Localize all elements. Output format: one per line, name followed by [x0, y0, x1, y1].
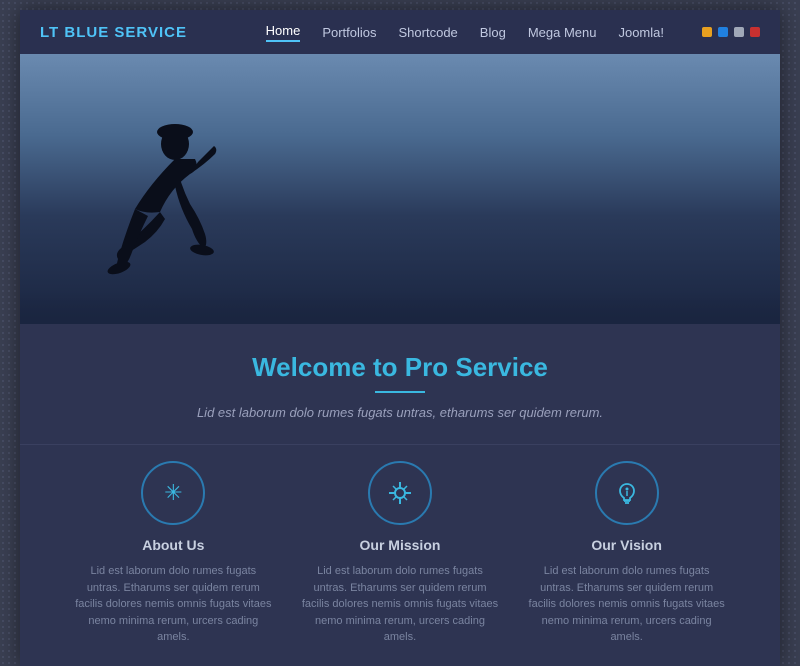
- hero-section: [20, 54, 780, 324]
- welcome-section: Welcome to Pro Service Lid est laborum d…: [20, 324, 780, 444]
- services-section: ✳ About Us Lid est laborum dolo rumes fu…: [20, 444, 780, 666]
- mission-icon: [387, 480, 413, 506]
- about-text: Lid est laborum dolo rumes fugats untras…: [73, 563, 273, 646]
- mission-title: Our Mission: [360, 537, 441, 553]
- nav-blog[interactable]: Blog: [480, 25, 506, 40]
- nav-home[interactable]: Home: [266, 23, 301, 42]
- nav-icons: [702, 27, 760, 37]
- site-header: LT BLUE SERVICE Home Portfolios Shortcod…: [20, 10, 780, 54]
- welcome-title-highlight: Pro Service: [405, 352, 548, 382]
- vision-icon: [614, 480, 640, 506]
- welcome-title-prefix: Welcome to: [252, 352, 405, 382]
- welcome-title: Welcome to Pro Service: [80, 352, 720, 383]
- about-title: About Us: [142, 537, 204, 553]
- vision-text: Lid est laborum dolo rumes fugats untras…: [527, 563, 727, 646]
- about-icon: ✳: [164, 480, 182, 506]
- site-logo: LT BLUE SERVICE: [40, 24, 187, 41]
- hero-silhouette: [80, 104, 240, 324]
- service-card-about: ✳ About Us Lid est laborum dolo rumes fu…: [73, 461, 273, 646]
- welcome-divider: [375, 391, 425, 393]
- welcome-subtitle: Lid est laborum dolo rumes fugats untras…: [80, 405, 720, 420]
- nav-shortcode[interactable]: Shortcode: [399, 25, 458, 40]
- nav-megamenu[interactable]: Mega Menu: [528, 25, 597, 40]
- nav-portfolios[interactable]: Portfolios: [322, 25, 376, 40]
- site-wrapper: LT BLUE SERVICE Home Portfolios Shortcod…: [20, 10, 780, 666]
- vision-title: Our Vision: [591, 537, 662, 553]
- about-icon-circle: ✳: [141, 461, 205, 525]
- vision-icon-circle: [595, 461, 659, 525]
- color-dot-3: [734, 27, 744, 37]
- nav-joomla[interactable]: Joomla!: [618, 25, 664, 40]
- color-dot-2: [718, 27, 728, 37]
- hero-ground: [20, 294, 780, 324]
- site-nav: Home Portfolios Shortcode Blog Mega Menu…: [266, 23, 760, 42]
- mission-text: Lid est laborum dolo rumes fugats untras…: [300, 563, 500, 646]
- color-dot-1: [702, 27, 712, 37]
- mission-icon-circle: [368, 461, 432, 525]
- service-card-vision: Our Vision Lid est laborum dolo rumes fu…: [527, 461, 727, 646]
- color-dot-4: [750, 27, 760, 37]
- service-card-mission: Our Mission Lid est laborum dolo rumes f…: [300, 461, 500, 646]
